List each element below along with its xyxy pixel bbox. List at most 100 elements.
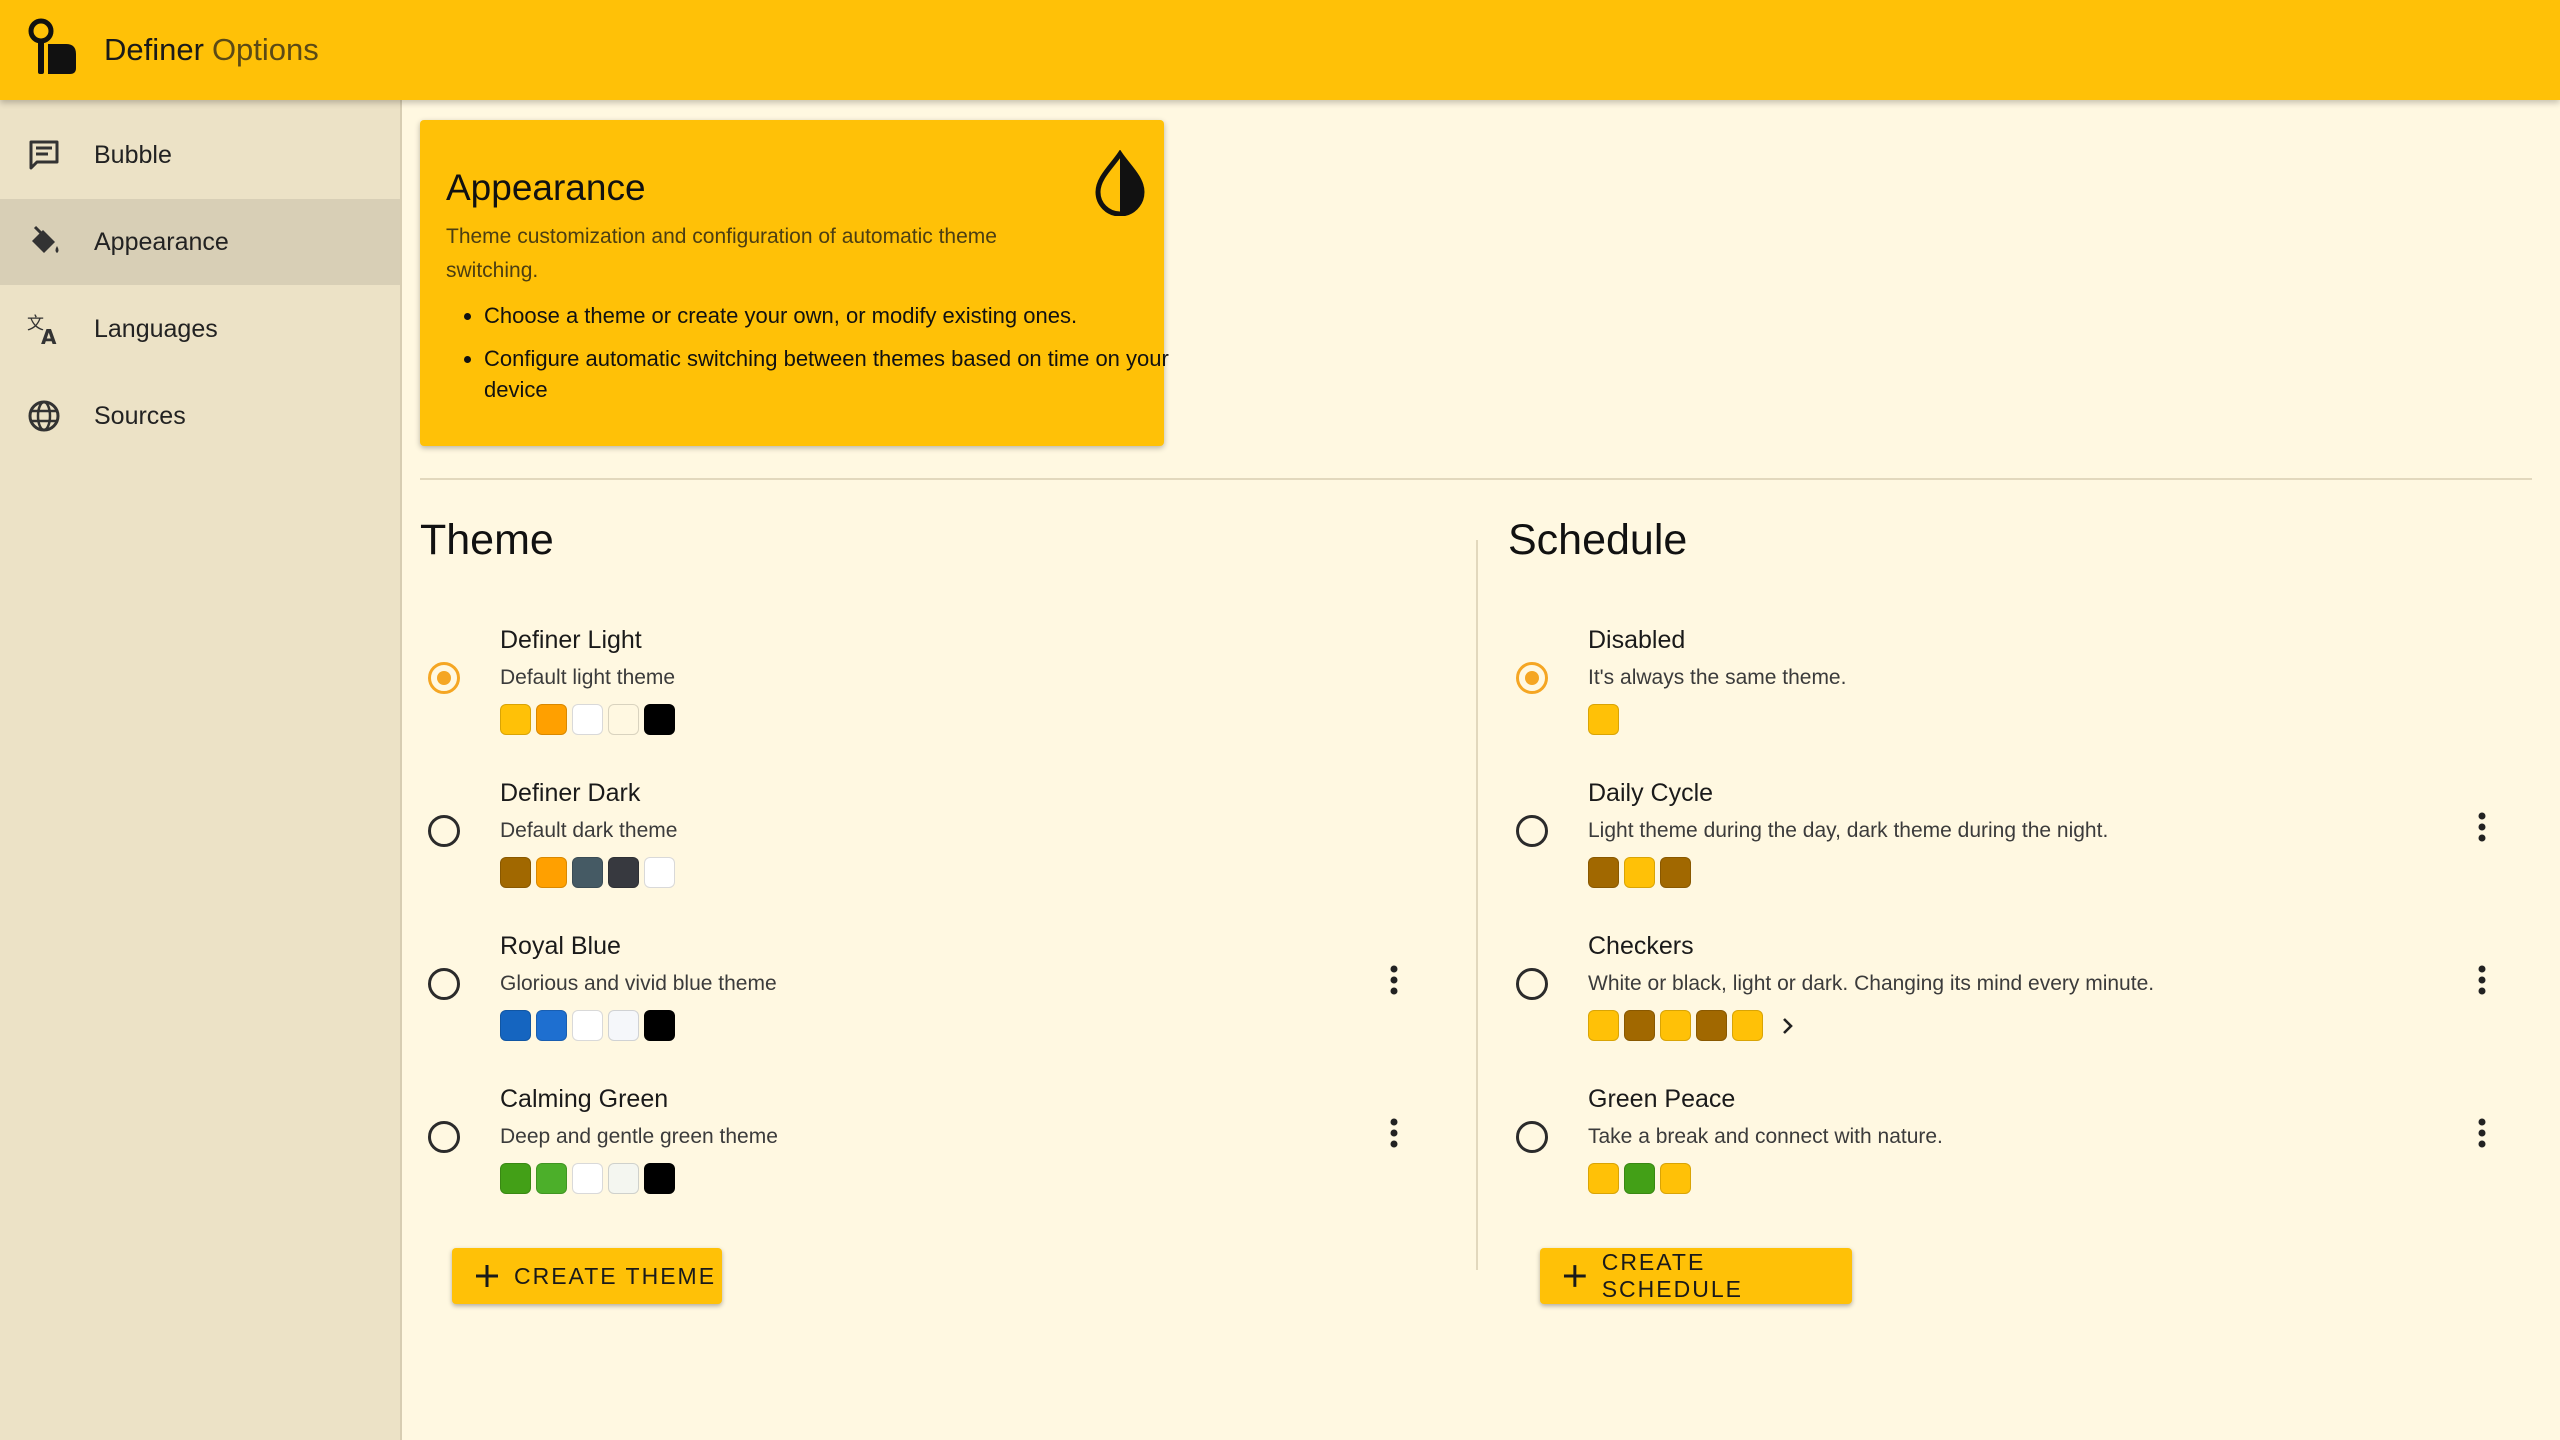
schedule-name: Checkers (1588, 932, 1694, 960)
card-bullet: Configure automatic switching between th… (484, 343, 1174, 405)
color-swatch (1732, 1010, 1763, 1041)
color-swatch (500, 704, 531, 735)
color-swatches (500, 857, 675, 891)
color-swatch (644, 1163, 675, 1194)
color-swatch (644, 857, 675, 888)
schedule-name: Green Peace (1588, 1085, 1736, 1113)
globe-icon (28, 400, 60, 432)
sidebar-item-label: Languages (94, 314, 218, 343)
sidebar-item-languages[interactable]: 文 A Languages (0, 286, 400, 372)
color-swatch (500, 1010, 531, 1041)
color-swatch (1660, 857, 1691, 888)
schedule-radio[interactable] (1516, 1121, 1548, 1153)
card-bullets: Choose a theme or create your own, or mo… (446, 300, 1174, 417)
create-theme-button[interactable]: CREATE THEME (452, 1248, 722, 1304)
color-swatch (644, 1010, 675, 1041)
schedule-item[interactable]: Checkers White or black, light or dark. C… (1490, 930, 2490, 1080)
column-divider (1476, 540, 1478, 1270)
theme-radio[interactable] (428, 815, 460, 847)
plus-icon (1563, 1265, 1586, 1287)
color-swatch (572, 1163, 603, 1194)
sidebar-item-label: Bubble (94, 140, 172, 169)
theme-name: Definer Light (500, 626, 642, 654)
create-theme-label: CREATE THEME (514, 1262, 717, 1289)
color-swatch (1696, 1010, 1727, 1041)
theme-radio[interactable] (428, 1121, 460, 1153)
schedule-radio[interactable] (1516, 662, 1548, 694)
appearance-info-card: Appearance Theme customization and confi… (420, 120, 1169, 446)
color-swatch (608, 704, 639, 735)
more-options-icon[interactable] (2464, 1113, 2500, 1153)
more-options-icon[interactable] (2464, 960, 2500, 1000)
chevron-right-icon[interactable] (1772, 1010, 1803, 1041)
schedule-description: It's always the same theme. (1588, 666, 1847, 689)
color-swatch (572, 1010, 603, 1041)
app-title: Definer Options (104, 28, 319, 72)
theme-item[interactable]: Royal Blue Glorious and vivid blue theme (402, 930, 1402, 1080)
color-swatch (1624, 857, 1655, 888)
svg-text:A: A (41, 325, 57, 347)
contrast-drop-icon (1095, 150, 1145, 216)
color-swatch (1660, 1010, 1691, 1041)
color-swatches (500, 1163, 675, 1197)
color-swatch (500, 857, 531, 888)
more-options-icon[interactable] (1376, 960, 1412, 1000)
sidebar-item-bubble[interactable]: Bubble (0, 112, 400, 198)
color-swatch (572, 704, 603, 735)
radio-dot (437, 671, 451, 685)
color-swatch (500, 1163, 531, 1194)
app-subtitle: Options (211, 32, 319, 67)
color-swatch (1588, 704, 1619, 735)
schedule-description: Light theme during the day, dark theme d… (1588, 819, 2109, 842)
color-swatch (1660, 1163, 1691, 1194)
card-description: Theme customization and configuration of… (446, 225, 997, 282)
color-swatch (608, 1163, 639, 1194)
theme-item[interactable]: Definer Dark Default dark theme (402, 777, 1402, 927)
color-swatch (572, 857, 603, 888)
theme-section-title: Theme (420, 516, 554, 564)
theme-description: Deep and gentle green theme (500, 1125, 778, 1148)
schedule-name: Daily Cycle (1588, 779, 1714, 807)
theme-item[interactable]: Calming Green Deep and gentle green theme (402, 1083, 1402, 1233)
schedule-item[interactable]: Disabled It's always the same theme. (1490, 624, 2490, 774)
theme-description: Default light theme (500, 666, 676, 689)
more-options-icon[interactable] (1376, 1113, 1412, 1153)
schedule-radio[interactable] (1516, 815, 1548, 847)
color-swatch (536, 1010, 567, 1041)
color-swatch (536, 857, 567, 888)
sidebar-item-sources[interactable]: Sources (0, 373, 400, 459)
theme-item[interactable]: Definer Light Default light theme (402, 624, 1402, 774)
color-swatch (536, 704, 567, 735)
color-swatches (1588, 704, 1619, 738)
schedule-item[interactable]: Green Peace Take a break and connect with… (1490, 1083, 2490, 1233)
color-swatch (644, 704, 675, 735)
sidebar-item-label: Sources (94, 401, 186, 430)
paint-bucket-icon (32, 225, 59, 253)
color-swatches (1588, 857, 1691, 891)
card-bullet: Choose a theme or create your own, or mo… (484, 300, 1174, 331)
schedule-description: Take a break and connect with nature. (1588, 1125, 1943, 1148)
color-swatch (1588, 1163, 1619, 1194)
sidebar: Bubble Appearance 文 A Languages Sources (0, 100, 402, 1440)
definer-logo-icon (28, 18, 76, 74)
theme-name: Royal Blue (500, 932, 621, 960)
color-swatch (608, 857, 639, 888)
color-swatches (1588, 1163, 1691, 1197)
color-swatch (1624, 1163, 1655, 1194)
app-bar: Definer Options (0, 0, 2560, 100)
translate-icon: 文 A (27, 314, 57, 347)
schedule-description: White or black, light or dark. Changing … (1588, 972, 2155, 995)
sidebar-item-label: Appearance (94, 227, 229, 256)
schedule-item[interactable]: Daily Cycle Light theme during the day, d… (1490, 777, 2490, 927)
color-swatch (608, 1010, 639, 1041)
color-swatch (536, 1163, 567, 1194)
theme-radio[interactable] (428, 968, 460, 1000)
more-options-icon[interactable] (2464, 807, 2500, 847)
theme-radio[interactable] (428, 662, 460, 694)
message-icon (29, 140, 59, 170)
create-schedule-button[interactable]: CREATE SCHEDULE (1540, 1248, 1852, 1304)
schedule-radio[interactable] (1516, 968, 1548, 1000)
color-swatches (500, 704, 675, 738)
sidebar-item-appearance[interactable]: Appearance (0, 199, 400, 285)
radio-dot (1525, 671, 1539, 685)
